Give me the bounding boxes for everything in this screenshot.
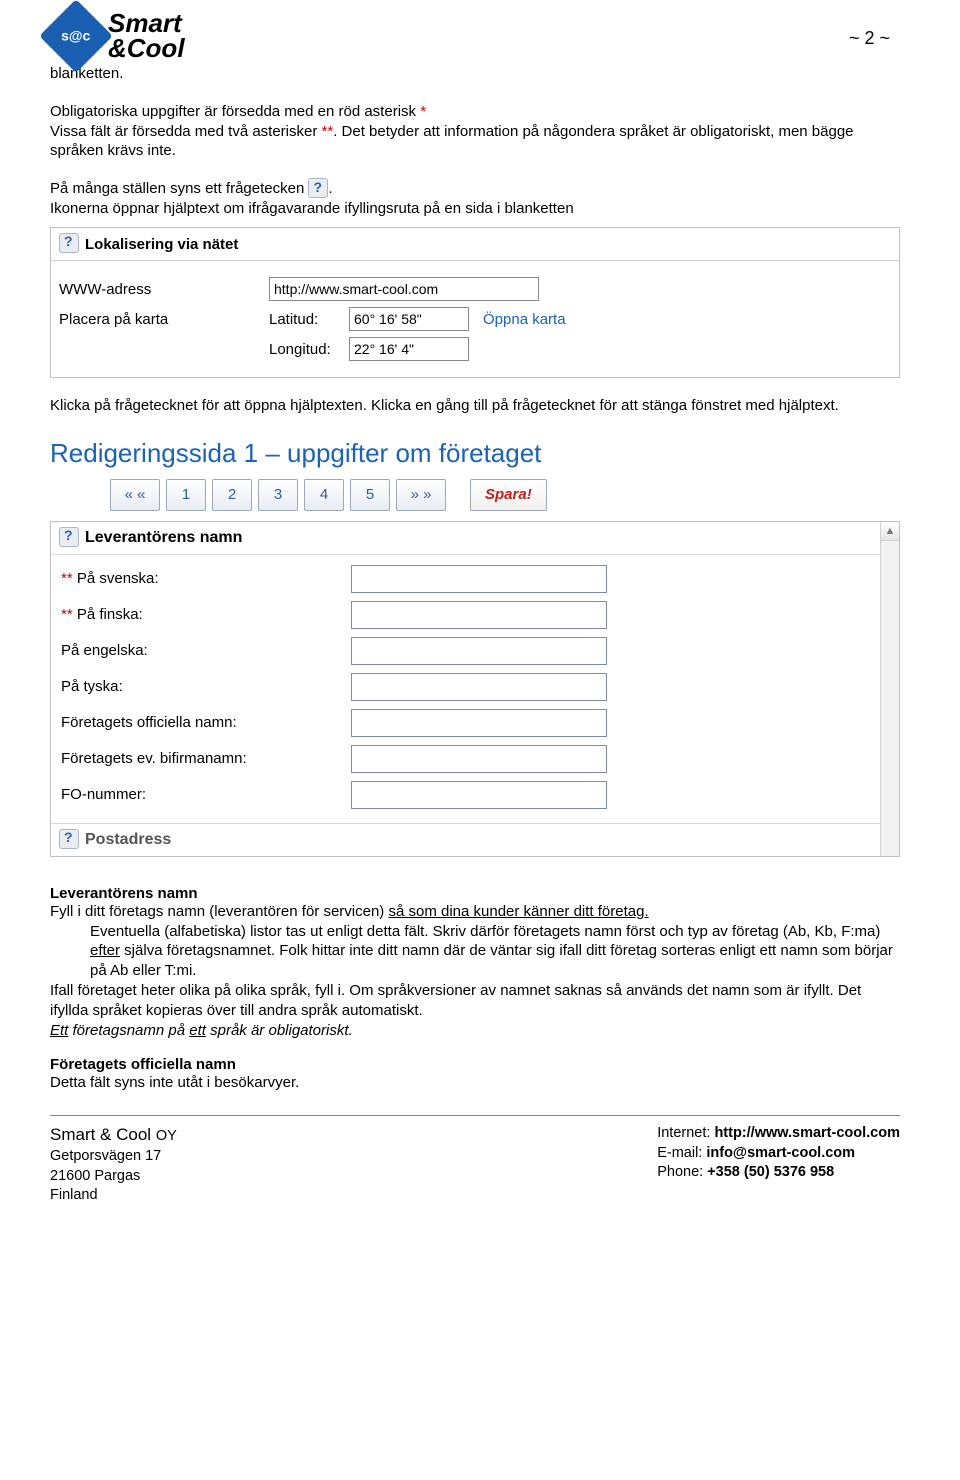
body-text: Detta fält syns inte utåt i besökarvyer. [50, 1073, 900, 1093]
save-button[interactable]: Spara! [470, 479, 547, 511]
body-text: Ifall företaget heter olika på olika spr… [50, 981, 900, 1021]
footer-phone-value: +358 (50) 5376 958 [707, 1164, 834, 1180]
pager-page-5[interactable]: 5 [350, 479, 390, 511]
required-marker: ** [61, 606, 77, 623]
pager-page-3[interactable]: 3 [258, 479, 298, 511]
footer-email-value: info@smart-cool.com [706, 1145, 855, 1161]
label-swedish: På svenska: [77, 570, 159, 587]
aux-name-input[interactable] [351, 745, 607, 773]
divider [50, 1115, 900, 1116]
open-map-link[interactable]: Öppna karta [483, 311, 566, 328]
footer-address-line: Finland [50, 1186, 177, 1206]
subheading-supplier-name: Leverantörens namn [50, 885, 900, 902]
official-name-input[interactable] [351, 709, 607, 737]
label-german: På tyska: [61, 678, 351, 695]
label-map: Placera på karta [59, 311, 269, 328]
body-text: blanketten. [50, 64, 900, 84]
footer-phone-label: Phone: [657, 1164, 707, 1180]
required-marker: ** [61, 570, 77, 587]
www-input[interactable] [269, 277, 539, 301]
subheading-official-name: Företagets officiella namn [50, 1056, 900, 1073]
footer-internet-value: http://www.smart-cool.com [714, 1125, 900, 1141]
finnish-input[interactable] [351, 601, 607, 629]
german-input[interactable] [351, 673, 607, 701]
body-text: Ikonerna öppnar hjälptext om ifrågavaran… [50, 199, 900, 219]
body-text: Vissa fält är försedda med två asteriske… [50, 122, 900, 162]
body-text: Eventuella (alfabetiska) listor tas ut e… [90, 922, 900, 981]
page-number: ~ 2 ~ [849, 28, 890, 49]
scroll-up-icon[interactable]: ▲ [881, 522, 899, 541]
label-english: På engelska: [61, 642, 351, 659]
label-aux-name: Företagets ev. bifirmanamn: [61, 750, 351, 767]
pagination: « « 1 2 3 4 5 » » Spara! [110, 479, 900, 511]
heading-redigeringssida: Redigeringssida 1 – uppgifter om företag… [50, 438, 900, 469]
body-text: Klicka på frågetecknet för att öppna hjä… [50, 396, 900, 416]
label-finnish: På finska: [77, 606, 143, 623]
footer-address-line: Getporsvägen 17 [50, 1147, 177, 1167]
longitude-input[interactable] [349, 337, 469, 361]
footer-email-label: E-mail: [657, 1145, 706, 1161]
logo: s@c Smart &Cool [50, 10, 185, 62]
body-text: Ett företagsnamn på ett språk är obligat… [50, 1021, 900, 1041]
label-www: WWW-adress [59, 281, 269, 298]
label-business-id: FO-nummer: [61, 786, 351, 803]
section-heading: Postadress [85, 831, 171, 849]
swedish-input[interactable] [351, 565, 607, 593]
asterisk-red: * [420, 103, 426, 120]
help-icon [308, 178, 328, 198]
label-latitude: Latitud: [269, 311, 349, 328]
help-icon[interactable] [59, 233, 79, 253]
pager-first-button[interactable]: « « [110, 479, 160, 511]
help-icon[interactable] [59, 527, 79, 547]
screenshot-supplier-name: ▲ Leverantörens namn ** På svenska: ** P… [50, 521, 900, 857]
footer: Smart & Cool OY Getporsvägen 17 21600 Pa… [50, 1124, 900, 1206]
scrollbar[interactable]: ▲ [880, 522, 899, 856]
body-text: Fyll i ditt företags namn (leverantören … [50, 902, 900, 922]
business-id-input[interactable] [351, 781, 607, 809]
help-icon[interactable] [59, 829, 79, 849]
label-official-name: Företagets officiella namn: [61, 714, 351, 731]
pager-page-1[interactable]: 1 [166, 479, 206, 511]
pager-page-2[interactable]: 2 [212, 479, 252, 511]
section-heading: Leverantörens namn [85, 529, 242, 547]
logo-mark: s@c [39, 0, 113, 73]
label-longitude: Longitud: [269, 341, 349, 358]
body-text: På många ställen syns ett frågetecken . [50, 179, 900, 199]
latitude-input[interactable] [349, 307, 469, 331]
section-heading: Lokalisering via nätet [85, 236, 238, 253]
screenshot-localization: Lokalisering via nätet WWW-adress Placer… [50, 227, 900, 378]
footer-address-line: 21600 Pargas [50, 1167, 177, 1187]
logo-text: Smart &Cool [108, 11, 185, 60]
pager-page-4[interactable]: 4 [304, 479, 344, 511]
footer-internet-label: Internet: [657, 1125, 714, 1141]
english-input[interactable] [351, 637, 607, 665]
footer-company: Smart & Cool [50, 1125, 156, 1144]
asterisk-red: ** [322, 123, 334, 140]
body-text: Obligatoriska uppgifter är försedda med … [50, 102, 900, 122]
pager-last-button[interactable]: » » [396, 479, 446, 511]
